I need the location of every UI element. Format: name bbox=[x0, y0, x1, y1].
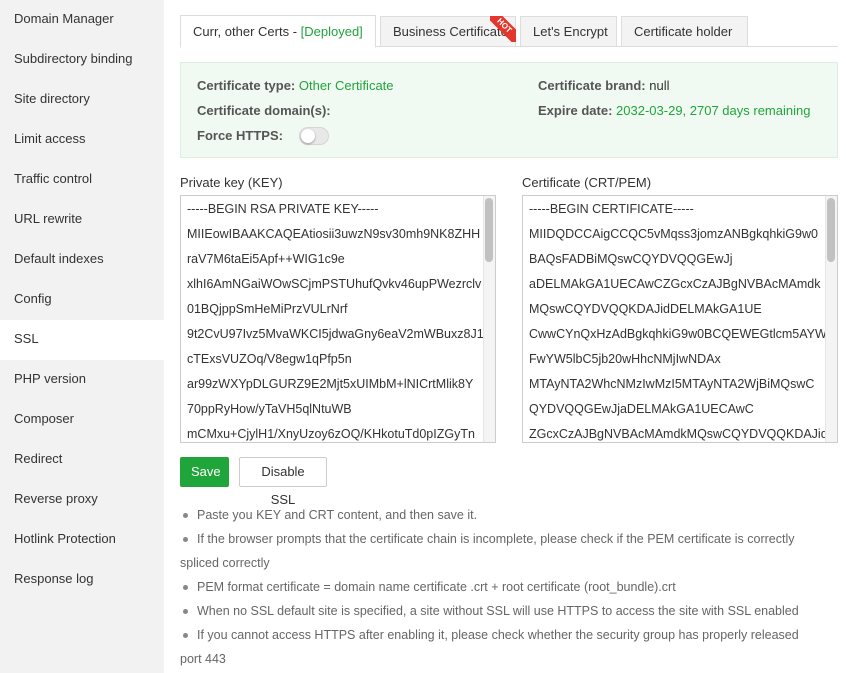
certificate-brand-label: Certificate brand: bbox=[538, 78, 646, 93]
tip-item: Paste you KEY and CRT content, and then … bbox=[180, 503, 830, 527]
tip-item: When no SSL default site is specified, a… bbox=[180, 599, 830, 623]
sidebar-item-ssl[interactable]: SSL bbox=[0, 320, 164, 360]
certificate-line: CwwCYnQxHzAdBgkqhkiG9w0BCQEWEGtlcm5AYW bbox=[529, 327, 827, 341]
expire-date: Expire date: 2032-03-29, 2707 days remai… bbox=[538, 103, 810, 118]
tip-text: PEM format certificate = domain name cer… bbox=[197, 580, 676, 594]
private-key-line: 01BQjppSmHeMiPrzVULrNrf bbox=[187, 302, 348, 316]
certificate-content: -----BEGIN CERTIFICATE----- MIIDQDCCAigCC… bbox=[523, 196, 837, 442]
ssl-tips-list: Paste you KEY and CRT content, and then … bbox=[180, 503, 830, 671]
sidebar-item-php-version[interactable]: PHP version bbox=[0, 360, 164, 400]
certificate-line: QYDVQQGEwJjaDELMAkGA1UECAwC bbox=[529, 402, 754, 416]
certificate-type-value: Other Certificate bbox=[298, 78, 394, 93]
tip-text: If the browser prompts that the certific… bbox=[197, 532, 795, 546]
site-settings-sidebar: Domain Manager Subdirectory binding Site… bbox=[0, 0, 164, 673]
certificate-line: MIIDQDCCAigCCQC5vMqss3jomzANBgkqhkiG9w0 bbox=[529, 227, 818, 241]
bullet-icon bbox=[183, 633, 188, 638]
tab-certificate-holder-label: Certificate holder bbox=[634, 24, 733, 39]
ssl-tab-bar: Curr, other Certs - [Deployed] Business … bbox=[180, 15, 838, 48]
tab-certificate-holder[interactable]: Certificate holder bbox=[621, 16, 748, 47]
sidebar-item-site-directory[interactable]: Site directory bbox=[0, 80, 164, 120]
private-key-scroll-thumb[interactable] bbox=[485, 198, 493, 262]
tip-text: If you cannot access HTTPS after enablin… bbox=[197, 628, 799, 642]
certificate-brand-value: null bbox=[649, 78, 670, 93]
certificate-info-box: Certificate type: Other Certificate Cert… bbox=[180, 62, 838, 158]
private-key-line: 9t2CvU97Ivz5MvaWKCI5jdwaGny6eaV2mWBuxz8J… bbox=[187, 327, 484, 341]
tip-text: When no SSL default site is specified, a… bbox=[197, 604, 799, 618]
expire-date-label: Expire date: bbox=[538, 103, 613, 118]
certificate-line: -----BEGIN CERTIFICATE----- bbox=[529, 202, 694, 216]
force-https-label: Force HTTPS: bbox=[197, 128, 283, 143]
certificate-scroll-thumb[interactable] bbox=[827, 198, 835, 262]
sidebar-item-subdirectory-binding[interactable]: Subdirectory binding bbox=[0, 40, 164, 80]
private-key-textarea[interactable]: -----BEGIN RSA PRIVATE KEY----- MIIEowIBA… bbox=[180, 195, 496, 443]
toggle-knob bbox=[301, 129, 315, 143]
certificate-line: ZGcxCzAJBgNVBAcMAmdkMQswCQYDVQQKDAJid bbox=[529, 427, 827, 441]
tab-current-certs[interactable]: Curr, other Certs - [Deployed] bbox=[180, 15, 376, 48]
tip-item: PEM format certificate = domain name cer… bbox=[180, 575, 830, 599]
save-button[interactable]: Save bbox=[180, 457, 229, 487]
sidebar-item-config[interactable]: Config bbox=[0, 280, 164, 320]
tab-lets-encrypt[interactable]: Let's Encrypt bbox=[520, 16, 617, 47]
deployed-status: [Deployed] bbox=[300, 24, 363, 39]
certificate-line: BAQsFADBiMQswCQYDVQQGEwJj bbox=[529, 252, 733, 266]
bullet-icon bbox=[183, 537, 188, 542]
tip-item: If the browser prompts that the certific… bbox=[180, 527, 830, 575]
private-key-line: mCMxu+CjylH1/XnyUzoy6zOQ/KHkotuTd0pIZGyT… bbox=[187, 427, 475, 441]
private-key-line: cTExsVUZOq/V8egw1qPfp5n bbox=[187, 352, 352, 366]
force-https: Force HTTPS: bbox=[197, 127, 347, 146]
disable-ssl-button[interactable]: Disable SSL bbox=[239, 457, 327, 507]
certificate-domains: Certificate domain(s): bbox=[197, 103, 331, 118]
private-key-line: 70ppRyHow/yTaVH5qlNtuWB bbox=[187, 402, 352, 416]
certificate-type: Certificate type: Other Certificate bbox=[197, 78, 394, 93]
sidebar-item-composer[interactable]: Composer bbox=[0, 400, 164, 440]
expire-date-value: 2032-03-29, 2707 days remaining bbox=[616, 103, 811, 118]
tab-business-certificate[interactable]: Business Certificate HOT bbox=[380, 16, 516, 47]
certificate-type-label: Certificate type: bbox=[197, 78, 296, 93]
sidebar-item-domain-manager[interactable]: Domain Manager bbox=[0, 0, 164, 40]
private-key-line: xlhI6AmNGaiWOwSCjmPSTUhufQvkv46upPWezrcl… bbox=[187, 277, 482, 291]
tip-text-continued: spliced correctly bbox=[180, 556, 270, 570]
bullet-icon bbox=[183, 585, 188, 590]
hot-badge: HOT bbox=[490, 16, 516, 42]
tab-current-certs-label: Curr, other Certs - bbox=[193, 24, 301, 39]
certificate-brand: Certificate brand: null bbox=[538, 78, 670, 93]
sidebar-item-url-rewrite[interactable]: URL rewrite bbox=[0, 200, 164, 240]
private-key-line: raV7M6taEi5Apf++WIG1c9e bbox=[187, 252, 345, 266]
sidebar-item-limit-access[interactable]: Limit access bbox=[0, 120, 164, 160]
bullet-icon bbox=[183, 609, 188, 614]
private-key-scrollbar[interactable] bbox=[483, 196, 495, 442]
private-key-line: MIIEowIBAAKCAQEAtiosii3uwzN9sv30mh9NK8ZH… bbox=[187, 227, 481, 241]
sidebar-item-reverse-proxy[interactable]: Reverse proxy bbox=[0, 480, 164, 520]
sidebar-item-response-log[interactable]: Response log bbox=[0, 560, 164, 600]
private-key-line: -----BEGIN RSA PRIVATE KEY----- bbox=[187, 202, 379, 216]
certificate-scrollbar[interactable] bbox=[825, 196, 837, 442]
ssl-panel: Curr, other Certs - [Deployed] Business … bbox=[164, 0, 846, 673]
certificate-domains-label: Certificate domain(s): bbox=[197, 103, 331, 118]
sidebar-item-hotlink-protection[interactable]: Hotlink Protection bbox=[0, 520, 164, 560]
sidebar-item-default-indexes[interactable]: Default indexes bbox=[0, 240, 164, 280]
private-key-content: -----BEGIN RSA PRIVATE KEY----- MIIEowIBA… bbox=[181, 196, 495, 442]
private-key-label: Private key (KEY) bbox=[180, 175, 283, 190]
tip-text-continued: port 443 bbox=[180, 652, 226, 666]
sidebar-item-redirect[interactable]: Redirect bbox=[0, 440, 164, 480]
tip-text: Paste you KEY and CRT content, and then … bbox=[197, 508, 478, 522]
bullet-icon bbox=[183, 513, 188, 518]
sidebar-item-traffic-control[interactable]: Traffic control bbox=[0, 160, 164, 200]
certificate-line: FwYW5lbC5jb20wHhcNMjIwNDAx bbox=[529, 352, 721, 366]
certificate-label: Certificate (CRT/PEM) bbox=[522, 175, 652, 190]
certificate-line: MQswCQYDVQQKDAJidDELMAkGA1UE bbox=[529, 302, 762, 316]
certificate-line: MTAyNTA2WhcNMzIwMzI5MTAyNTA2WjBiMQswC bbox=[529, 377, 815, 391]
tip-item: If you cannot access HTTPS after enablin… bbox=[180, 623, 830, 671]
force-https-toggle[interactable] bbox=[299, 127, 329, 145]
private-key-line: ar99zWXYpDLGURZ9E2Mjt5xUIMbM+lNICrtMlik8… bbox=[187, 377, 474, 391]
certificate-line: aDELMAkGA1UECAwCZGcxCzAJBgNVBAcMAmdk bbox=[529, 277, 821, 291]
certificate-textarea[interactable]: -----BEGIN CERTIFICATE----- MIIDQDCCAigCC… bbox=[522, 195, 838, 443]
tab-lets-encrypt-label: Let's Encrypt bbox=[533, 24, 608, 39]
